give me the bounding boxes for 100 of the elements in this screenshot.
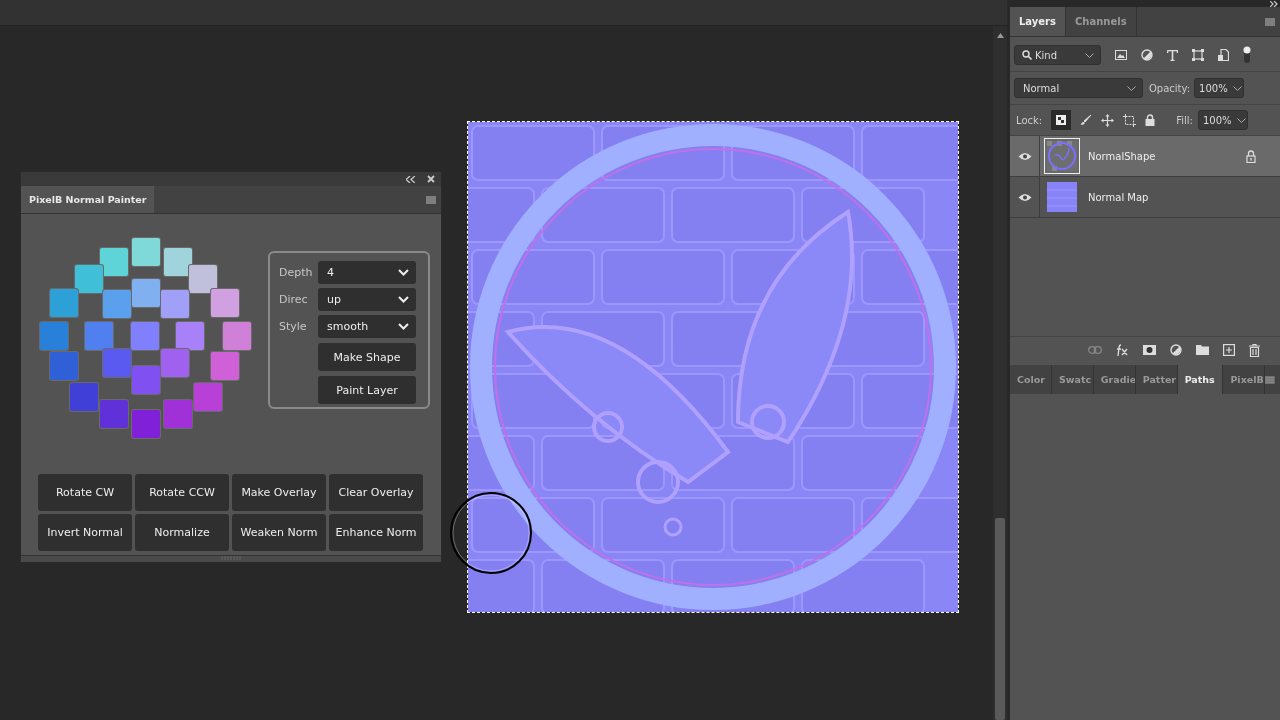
panel-tab[interactable]: PixelB [1223, 365, 1266, 394]
layer-thumbnail [1047, 182, 1077, 212]
panel-tab[interactable]: Color [1010, 365, 1052, 394]
lock-label: Lock: [1016, 114, 1043, 126]
effects-icon[interactable] [1116, 343, 1129, 357]
scroll-up-icon[interactable] [997, 33, 1004, 38]
lock-icon[interactable] [1145, 114, 1156, 126]
eye-icon[interactable] [1017, 192, 1032, 202]
panel-tab[interactable]: Channels [1066, 7, 1137, 36]
color-swatch[interactable] [103, 349, 131, 377]
collapse-icon[interactable] [1270, 0, 1278, 7]
color-swatch[interactable] [100, 400, 128, 428]
color-swatch[interactable] [85, 322, 113, 350]
action-button[interactable]: Weaken Norm [232, 514, 326, 551]
color-swatch[interactable] [103, 290, 131, 318]
adjustment-icon[interactable] [1141, 49, 1153, 61]
action-button[interactable]: Paint Layer [318, 376, 416, 404]
toggle-icon[interactable] [1243, 46, 1251, 64]
option-label: Style [279, 320, 307, 333]
trash-icon[interactable] [1249, 343, 1260, 357]
collapse-icon[interactable] [406, 175, 415, 183]
option-dropdown[interactable]: 4 [318, 261, 416, 284]
scrollbar-track[interactable] [993, 26, 1007, 720]
chevron-icon [1233, 85, 1243, 91]
crop-icon[interactable] [1123, 113, 1137, 127]
lock-transparency-icon[interactable] [1051, 110, 1072, 130]
color-swatch[interactable] [176, 322, 204, 350]
panel-tab[interactable]: Paths [1177, 365, 1224, 394]
color-swatch[interactable] [194, 383, 222, 411]
brush-icon[interactable] [1080, 114, 1093, 126]
color-swatch[interactable] [161, 290, 189, 318]
mask-icon[interactable] [1143, 345, 1156, 355]
search-icon [1022, 50, 1032, 60]
color-swatch[interactable] [50, 289, 78, 317]
new-layer-icon[interactable] [1223, 344, 1235, 356]
color-swatch[interactable] [164, 248, 192, 276]
shape-icon[interactable] [1192, 49, 1204, 61]
opacity-label: Opacity: [1149, 82, 1191, 94]
panel-tab[interactable]: Swatc [1051, 365, 1094, 394]
chevron-icon [1127, 85, 1136, 91]
scrollbar-thumb[interactable] [995, 518, 1005, 720]
layer-row[interactable]: NormalShape [1010, 136, 1280, 177]
action-button[interactable]: Make Shape [318, 343, 416, 371]
color-swatch[interactable] [132, 238, 160, 266]
color-swatch[interactable] [100, 248, 128, 276]
move-icon[interactable] [1101, 113, 1115, 127]
panel-tab[interactable]: Layers [1010, 7, 1066, 36]
type-icon[interactable] [1167, 49, 1178, 61]
action-button[interactable]: Make Overlay [232, 474, 326, 511]
color-swatch[interactable] [211, 352, 239, 380]
eye-icon[interactable] [1017, 151, 1032, 161]
filter-dropdown[interactable]: Kind [1014, 45, 1101, 65]
action-button[interactable]: Clear Overlay [329, 474, 423, 511]
folder-icon[interactable] [1196, 345, 1209, 355]
layer-row[interactable]: Normal Map [1010, 177, 1280, 218]
color-swatch[interactable] [40, 322, 68, 350]
fill-field[interactable]: 100% [1197, 110, 1248, 130]
action-button[interactable]: Enhance Norm [329, 514, 423, 551]
action-button[interactable]: Invert Normal [38, 514, 132, 551]
chevron-icon [1085, 52, 1094, 58]
menu-icon[interactable] [426, 195, 436, 204]
color-swatch[interactable] [132, 279, 160, 307]
link-icon[interactable] [1088, 346, 1102, 354]
close-icon[interactable] [427, 175, 435, 183]
panel-tab[interactable]: PixelB Normal Painter [21, 186, 155, 213]
fill-label: Fill: [1176, 114, 1193, 126]
layer-name: Normal Map [1088, 191, 1149, 203]
option-label: Depth [279, 266, 313, 279]
chevron-icon [1236, 117, 1246, 123]
layer-thumbnail [1047, 141, 1077, 171]
color-swatch[interactable] [132, 410, 160, 438]
smart-object-icon[interactable] [1218, 49, 1229, 61]
blend-mode-dropdown[interactable]: Normal [1014, 78, 1143, 98]
panel-tab[interactable]: Patter [1135, 365, 1178, 394]
color-swatch[interactable] [161, 349, 189, 377]
chevron-icon [398, 296, 409, 303]
color-swatch[interactable] [132, 366, 160, 394]
action-button[interactable]: Rotate CCW [135, 474, 229, 511]
color-swatch[interactable] [223, 322, 251, 350]
color-swatch[interactable] [70, 383, 98, 411]
chevron-icon [398, 323, 409, 330]
option-label: Direc [279, 293, 308, 306]
color-swatch[interactable] [211, 289, 239, 317]
option-dropdown[interactable]: up [318, 288, 416, 311]
brush-cursor-icon [449, 491, 533, 575]
layer-name: NormalShape [1088, 150, 1156, 162]
menu-icon[interactable] [1265, 375, 1275, 384]
color-swatch[interactable] [131, 322, 159, 350]
option-dropdown[interactable]: smooth [318, 315, 416, 338]
color-swatch[interactable] [50, 352, 78, 380]
color-swatch[interactable] [189, 265, 217, 293]
action-button[interactable]: Rotate CW [38, 474, 132, 511]
chevron-icon [398, 269, 409, 276]
image-icon[interactable] [1115, 50, 1127, 60]
action-button[interactable]: Normalize [135, 514, 229, 551]
menu-icon[interactable] [1265, 17, 1275, 26]
color-swatch[interactable] [75, 265, 103, 293]
opacity-field[interactable]: 100% [1194, 78, 1245, 98]
color-swatch[interactable] [164, 400, 192, 428]
adjustment-icon[interactable] [1170, 344, 1182, 356]
